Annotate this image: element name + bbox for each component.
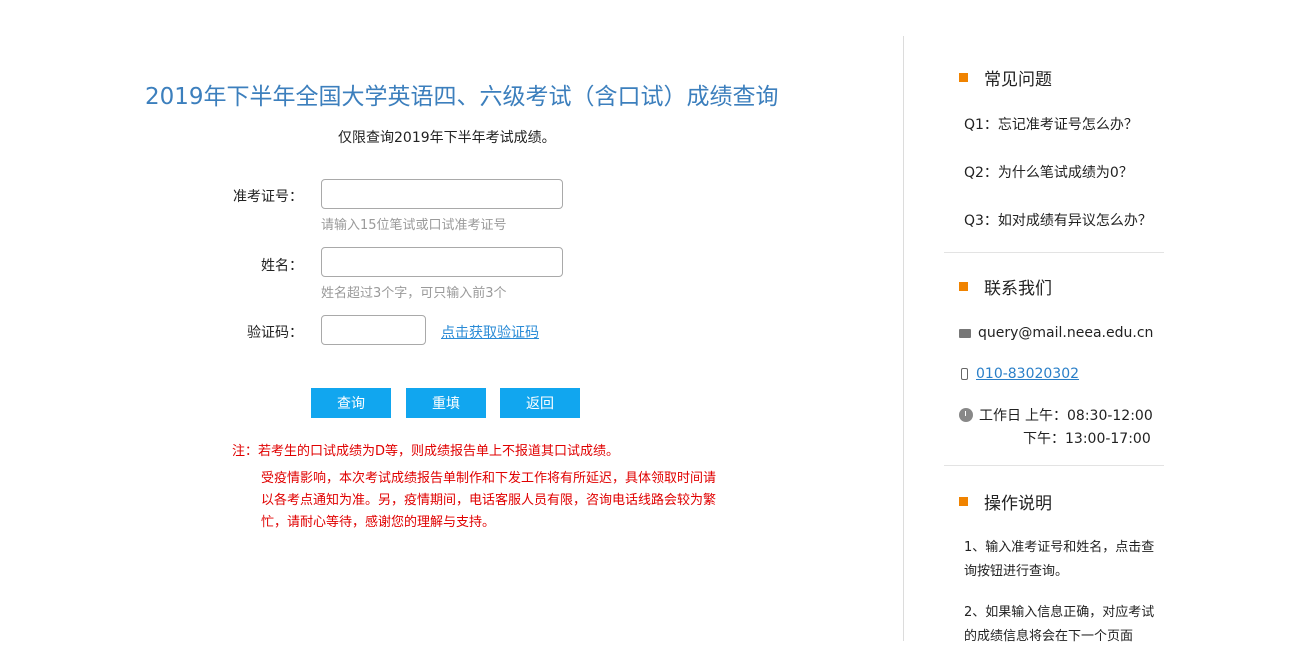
phone-icon [961, 368, 968, 380]
page-title: 2019年下半年全国大学英语四、六级考试（含口试）成绩查询 [145, 84, 779, 110]
query-button[interactable]: 查询 [311, 388, 391, 418]
back-button[interactable]: 返回 [500, 388, 580, 418]
square-bullet-icon [959, 72, 968, 82]
ticket-label: 准考证号： [233, 189, 303, 205]
faq-item[interactable]: Q1：忘记准考证号怎么办？ [964, 114, 1138, 134]
mail-icon [959, 328, 971, 338]
name-hint: 姓名超过3个字，可只输入前3个 [321, 286, 507, 301]
contact-email: query@mail.neea.edu.cn [959, 325, 1153, 341]
ticket-hint: 请输入15位笔试或口试准考证号 [321, 218, 507, 233]
name-input[interactable] [321, 247, 563, 277]
contact-hours: 工作日 上午：08:30-12:00 [959, 405, 1153, 425]
clock-icon [959, 408, 973, 422]
get-captcha-link[interactable]: 点击获取验证码 [441, 322, 539, 342]
instructions-header: 操作说明 [959, 490, 1052, 514]
query-panel: 2019年下半年全国大学英语四、六级考试（含口试）成绩查询 仅限查询2019年下… [0, 0, 903, 641]
epidemic-note: 受疫情影响，本次考试成绩报告单制作和下发工作将有所延迟，具体领取时间请以各考点通… [261, 471, 717, 530]
section-divider [944, 252, 1164, 253]
contact-phone: 010-83020302 [959, 366, 1079, 382]
faq-item[interactable]: Q2：为什么笔试成绩为0？ [964, 162, 1133, 182]
hours-label: 工作日 [979, 408, 1021, 424]
faq-header: 常见问题 [959, 66, 1052, 90]
instruction-step-2: 2、如果输入信息正确，对应考试的成绩信息将会在下一个页面 [964, 605, 1155, 644]
instructions-title: 操作说明 [984, 493, 1052, 514]
sidebar: 常见问题 Q1：忘记准考证号怎么办？ Q2：为什么笔试成绩为0？ Q3：如对成绩… [904, 0, 1295, 644]
square-bullet-icon [959, 281, 968, 291]
contact-header: 联系我们 [959, 275, 1052, 299]
hours-am: 上午：08:30-12:00 [1025, 408, 1153, 424]
oral-test-note: 注：若考生的口试成绩为D等，则成绩报告单上不报道其口试成绩。 [232, 444, 620, 459]
square-bullet-icon [959, 496, 968, 506]
faq-item[interactable]: Q3：如对成绩有异议怎么办？ [964, 210, 1152, 230]
captcha-label: 验证码： [247, 325, 303, 341]
ticket-number-input[interactable] [321, 179, 563, 209]
faq-title: 常见问题 [984, 69, 1052, 90]
phone-link[interactable]: 010-83020302 [976, 366, 1079, 382]
page-subtitle: 仅限查询2019年下半年考试成绩。 [338, 130, 556, 146]
section-divider [944, 465, 1164, 466]
email-text: query@mail.neea.edu.cn [978, 325, 1154, 341]
contact-title: 联系我们 [984, 278, 1052, 299]
hours-pm: 下午：13:00-17:00 [1023, 431, 1151, 447]
instruction-step-1: 1、输入准考证号和姓名，点击查询按钮进行查询。 [964, 540, 1155, 579]
captcha-input[interactable] [321, 315, 426, 345]
name-label: 姓名： [261, 258, 303, 274]
reset-button[interactable]: 重填 [406, 388, 486, 418]
